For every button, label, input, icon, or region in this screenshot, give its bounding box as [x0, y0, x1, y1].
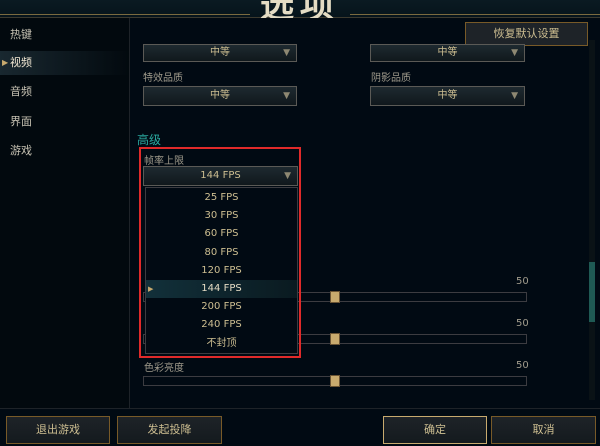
sidebar-item-video[interactable]: ▶ 视频 [0, 51, 130, 75]
chevron-down-icon: ▼ [283, 48, 290, 58]
fps-option[interactable]: 30 FPS [146, 207, 297, 225]
fps-option[interactable]: 200 FPS [146, 298, 297, 316]
chevron-down-icon: ▼ [511, 91, 518, 101]
fps-option-label: 25 FPS [204, 192, 239, 203]
dropdown-value: 中等 [437, 47, 458, 58]
frame-line-right [350, 14, 600, 15]
scrollbar-track[interactable] [589, 40, 595, 400]
slider-thumb[interactable] [330, 291, 340, 303]
frame-rate-label: 帧率上限 [144, 156, 184, 167]
fps-option-label: 80 FPS [204, 246, 239, 258]
sidebar-item-label: 视频 [10, 56, 32, 69]
slider-thumb[interactable] [330, 333, 340, 345]
arrow-right-icon: ▶ [148, 285, 154, 293]
shadow-quality-label: 阴影品质 [371, 73, 411, 84]
sidebar-item-label: 游戏 [10, 144, 32, 157]
sidebar-item-interface[interactable]: 界面 [0, 110, 130, 134]
sidebar-item-game[interactable]: 游戏 [0, 139, 130, 163]
cancel-button[interactable]: 取消 [491, 416, 596, 444]
dropdown-value: 144 FPS [200, 170, 241, 181]
slider-value: 50 [516, 318, 529, 329]
sidebar-item-label: 界面 [10, 115, 32, 128]
dropdown-value: 中等 [210, 47, 230, 58]
fps-option[interactable]: ▶ 144 FPS [146, 280, 297, 298]
dropdown-value: 中等 [437, 90, 458, 101]
sidebar-item-hotkeys[interactable]: 热键 [0, 23, 130, 47]
color-brightness-label: 色彩亮度 [144, 363, 184, 374]
sidebar [0, 18, 130, 408]
effects-quality-label: 特效品质 [143, 73, 183, 84]
effects-quality-dropdown[interactable]: 中等 ▼ [143, 86, 297, 106]
slider-value: 50 [516, 276, 529, 287]
frame-rate-dropdown[interactable]: 144 FPS ▼ [143, 166, 298, 186]
shadow-quality-dropdown[interactable]: 中等 ▼ [370, 86, 525, 106]
fps-option-label: 200 FPS [201, 301, 242, 313]
chevron-down-icon: ▼ [511, 48, 518, 58]
chevron-down-icon: ▼ [284, 171, 291, 181]
sidebar-item-audio[interactable]: 音频 [0, 80, 130, 104]
exit-game-button[interactable]: 退出游戏 [6, 416, 110, 444]
fps-option[interactable]: 不封顶 [146, 335, 297, 353]
fps-option-label: 60 FPS [204, 228, 239, 240]
fps-option-label: 120 FPS [201, 264, 242, 276]
slider-value: 50 [516, 360, 529, 371]
fps-option[interactable]: 25 FPS [146, 189, 297, 207]
confirm-button[interactable]: 确定 [383, 416, 487, 444]
fps-option[interactable]: 80 FPS [146, 244, 297, 262]
slider-thumb[interactable] [330, 375, 340, 387]
quality-dropdown-left[interactable]: 中等 ▼ [143, 44, 297, 62]
quality-dropdown-right[interactable]: 中等 ▼ [370, 44, 525, 62]
advanced-section-title: 高级 [137, 133, 162, 147]
restore-defaults-button[interactable]: 恢复默认设置 [465, 22, 588, 46]
dropdown-value: 中等 [210, 90, 230, 101]
fps-option-label: 30 FPS [204, 210, 239, 222]
arrow-right-icon: ▶ [2, 58, 9, 67]
fps-option-label: 240 FPS [201, 319, 242, 331]
sidebar-item-label: 音频 [10, 85, 32, 98]
fps-option-label: 不封顶 [206, 337, 237, 349]
chevron-down-icon: ▼ [283, 91, 290, 101]
frame-rate-options-list: 25 FPS 30 FPS 60 FPS 80 FPS 120 FPS ▶ 144 FPS 2… [145, 187, 298, 354]
scrollbar-thumb[interactable] [589, 262, 595, 322]
fps-option[interactable]: 120 FPS [146, 262, 297, 280]
fps-option[interactable]: 240 FPS [146, 316, 297, 334]
surrender-button[interactable]: 发起投降 [117, 416, 222, 444]
fps-option[interactable]: 60 FPS [146, 225, 297, 243]
frame-line-left [0, 14, 250, 15]
fps-option-label: 144 FPS [201, 283, 242, 294]
sidebar-item-label: 热键 [10, 28, 32, 41]
